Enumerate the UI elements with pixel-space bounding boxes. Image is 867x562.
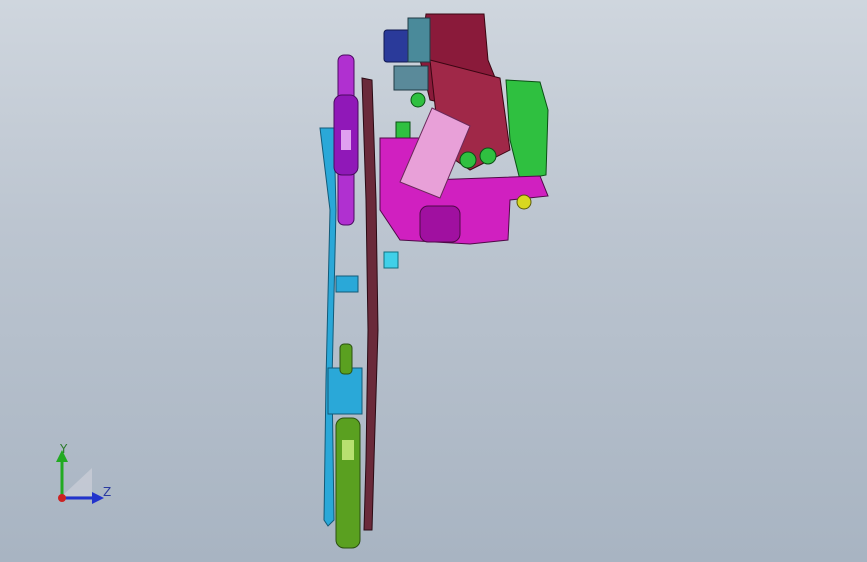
coordinate-triad: Y Z — [40, 440, 130, 520]
barrel-adjuster-knob[interactable] — [383, 17, 431, 63]
derailleur-model[interactable] — [0, 0, 867, 562]
upper-pulley[interactable] — [333, 54, 359, 226]
cad-viewport[interactable]: Y Z — [0, 0, 867, 562]
cable-tip[interactable] — [383, 251, 399, 269]
cage-outer-plate[interactable] — [319, 127, 337, 527]
z-axis-label: Z — [103, 485, 112, 499]
cage-pivot-block[interactable] — [327, 367, 363, 415]
y-axis-label: Y — [60, 442, 68, 456]
cage-inner-plate[interactable] — [361, 77, 379, 531]
cage-stop-block[interactable] — [335, 275, 359, 293]
axis-triad-graphic — [56, 450, 104, 504]
mount-bracket[interactable] — [393, 65, 429, 91]
